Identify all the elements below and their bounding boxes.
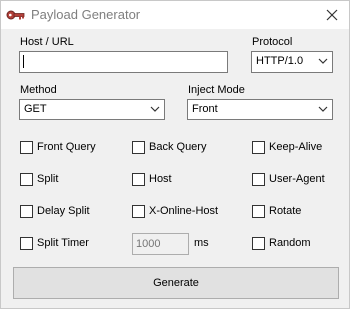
split-timer-checkbox[interactable]: Split Timer: [20, 235, 89, 251]
checkbox-box[interactable]: [132, 204, 145, 218]
split-timer-label: Split Timer: [37, 237, 89, 249]
key-icon: [6, 8, 26, 22]
split-timer-field[interactable]: [133, 234, 188, 254]
chevron-down-icon: [318, 58, 328, 64]
random-checkbox[interactable]: Random: [252, 235, 311, 251]
close-button[interactable]: [319, 3, 345, 27]
checkbox-box[interactable]: [252, 204, 265, 218]
method-select[interactable]: GET: [19, 99, 165, 120]
random-label: Random: [269, 237, 311, 249]
ms-unit-label: ms: [194, 237, 209, 249]
checkbox-box[interactable]: [132, 172, 145, 186]
split-checkbox[interactable]: Split: [20, 171, 58, 187]
inject-mode-label: Inject Mode: [188, 84, 245, 96]
close-icon: [326, 9, 338, 21]
title-bar: Payload Generator: [1, 1, 349, 29]
method-value: GET: [24, 103, 47, 115]
split-label: Split: [37, 173, 59, 185]
protocol-value: HTTP/1.0: [256, 55, 304, 67]
checkbox-box[interactable]: [252, 236, 265, 250]
host-label: Host / URL: [20, 36, 74, 48]
keep-alive-label: Keep-Alive: [269, 141, 323, 153]
checkbox-box[interactable]: [20, 204, 33, 218]
front-query-label: Front Query: [37, 141, 96, 153]
user-agent-label: User-Agent: [269, 173, 325, 185]
delay-split-checkbox[interactable]: Delay Split: [20, 203, 90, 219]
dialog-body: Host / URL Protocol HTTP/1.0 Method GET …: [1, 29, 349, 308]
host-checkbox[interactable]: Host: [132, 171, 172, 187]
payload-generator-window: Payload Generator Host / URL Protocol HT…: [0, 0, 350, 309]
text-caret: [23, 55, 24, 68]
keep-alive-checkbox[interactable]: Keep-Alive: [252, 139, 322, 155]
checkbox-box[interactable]: [252, 140, 265, 154]
window-title: Payload Generator: [31, 7, 141, 22]
checkbox-box[interactable]: [20, 172, 33, 186]
protocol-select[interactable]: HTTP/1.0: [251, 51, 333, 73]
checkbox-box[interactable]: [252, 172, 265, 186]
inject-mode-select[interactable]: Front: [187, 99, 333, 120]
host-option-label: Host: [149, 173, 172, 185]
checkbox-box[interactable]: [132, 140, 145, 154]
user-agent-checkbox[interactable]: User-Agent: [252, 171, 325, 187]
checkbox-box[interactable]: [20, 236, 33, 250]
x-online-host-checkbox[interactable]: X-Online-Host: [132, 203, 218, 219]
rotate-label: Rotate: [269, 205, 302, 217]
host-input-field[interactable]: [20, 52, 227, 72]
rotate-checkbox[interactable]: Rotate: [252, 203, 301, 219]
host-input[interactable]: [19, 51, 228, 73]
back-query-label: Back Query: [149, 141, 207, 153]
generate-button[interactable]: Generate: [13, 267, 339, 299]
protocol-label: Protocol: [252, 36, 293, 48]
back-query-checkbox[interactable]: Back Query: [132, 139, 206, 155]
inject-mode-value: Front: [192, 103, 218, 115]
x-online-host-label: X-Online-Host: [149, 205, 219, 217]
chevron-down-icon: [150, 106, 160, 112]
split-timer-input[interactable]: [132, 233, 189, 255]
chevron-down-icon: [318, 106, 328, 112]
delay-split-label: Delay Split: [37, 205, 90, 217]
method-label: Method: [20, 84, 57, 96]
checkbox-box[interactable]: [20, 140, 33, 154]
front-query-checkbox[interactable]: Front Query: [20, 139, 96, 155]
